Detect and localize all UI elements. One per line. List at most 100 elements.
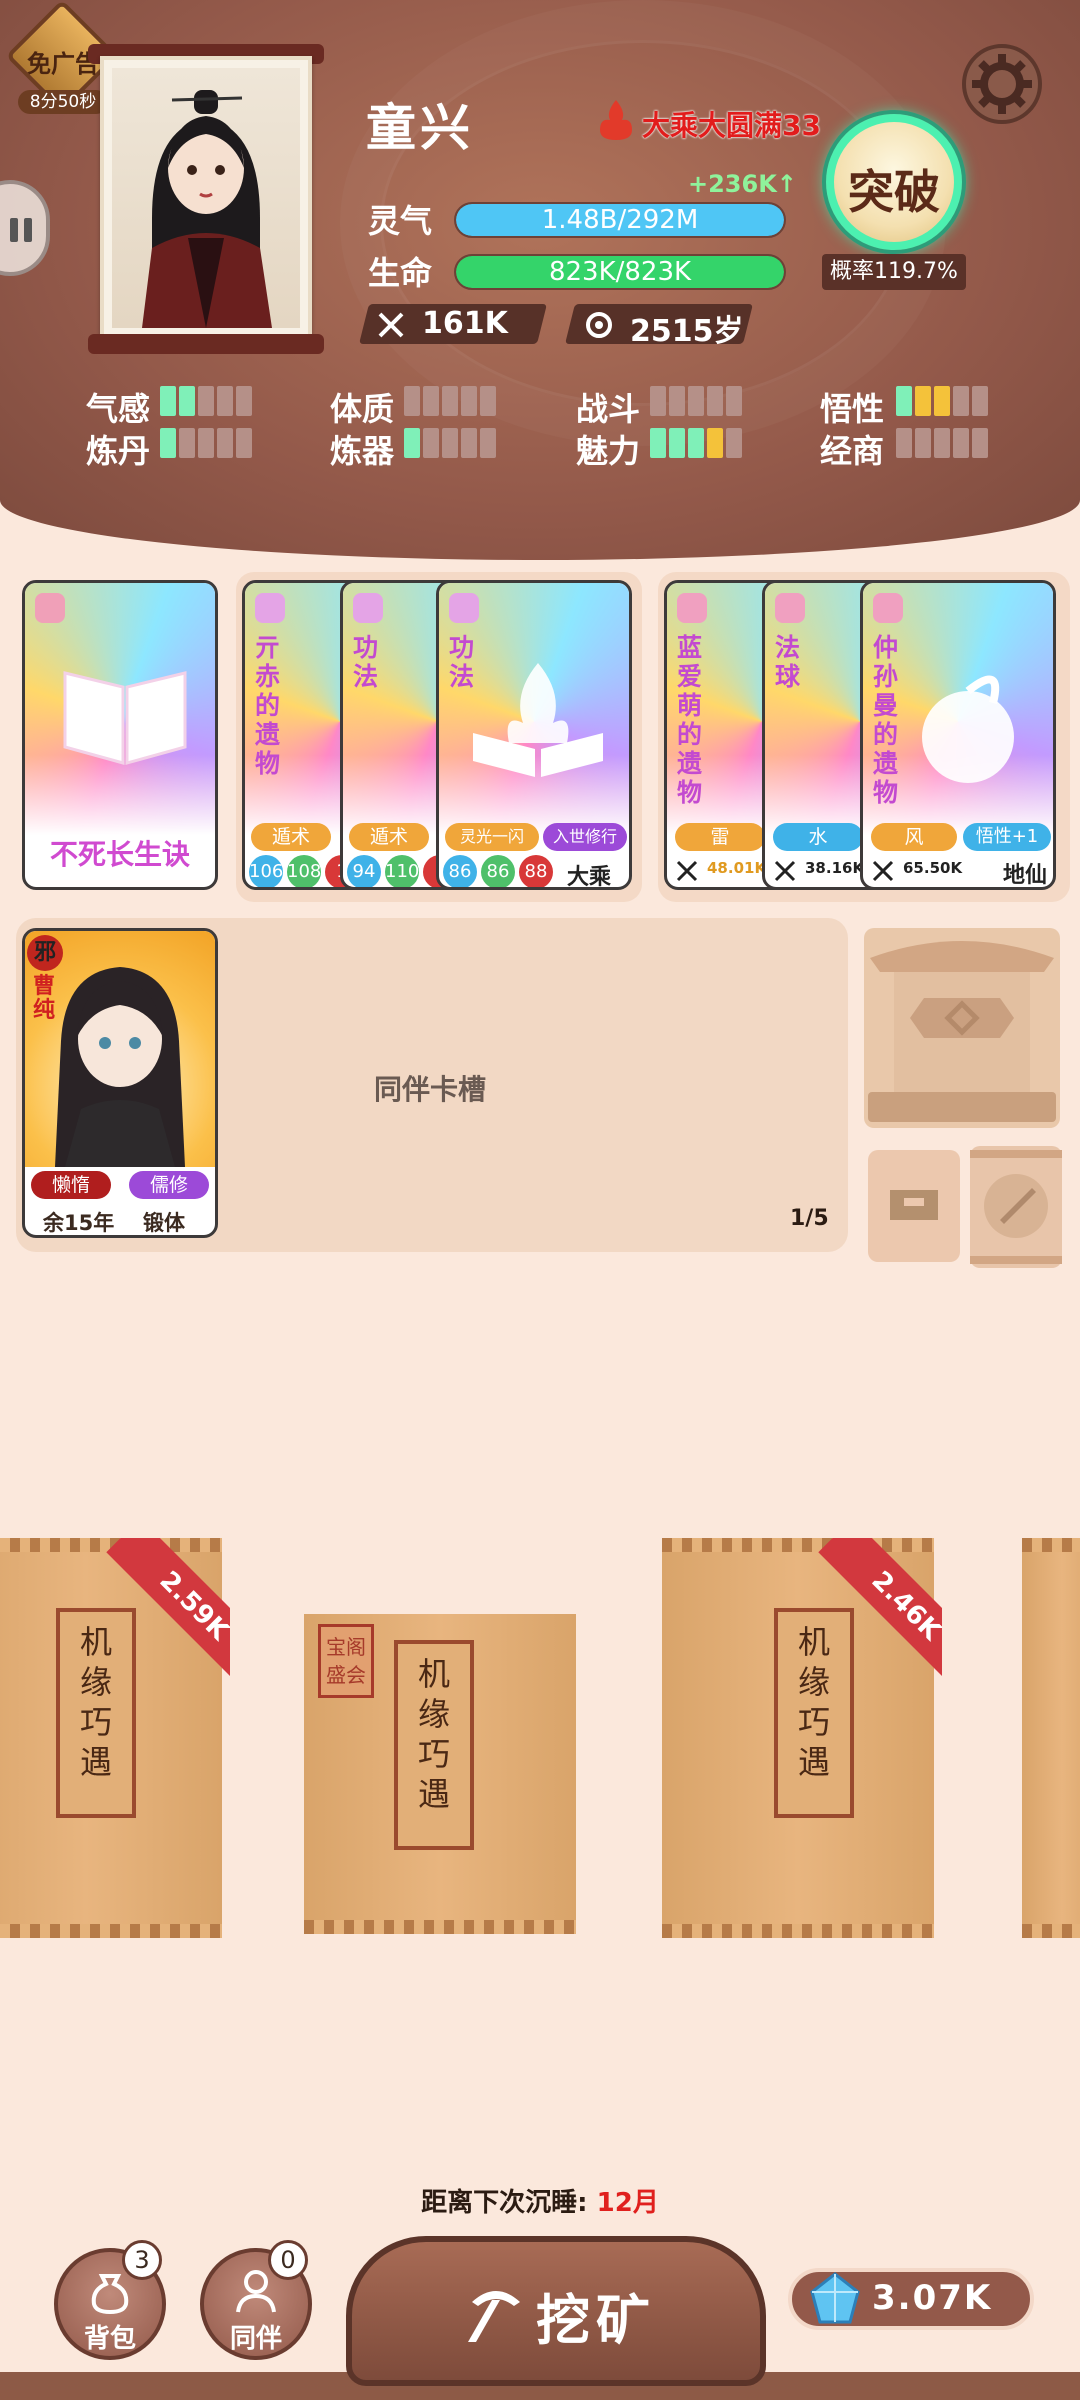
fortune-bag[interactable]: 宝阁 盛会 机 缘 巧 遇	[304, 1614, 576, 1934]
companion-slot-label: 同伴卡槽	[373, 1073, 486, 1106]
trait-pip	[423, 428, 439, 458]
trait-pips	[160, 428, 255, 458]
auction-stamp: 宝阁 盛会	[318, 1624, 374, 1698]
person-icon	[236, 2270, 276, 2313]
trait-pip	[953, 428, 969, 458]
no-ads-timer: 8分50秒	[18, 90, 108, 114]
companion-lifespan: 余15年	[43, 1211, 115, 1235]
stat-num: 94	[347, 855, 381, 887]
realm-flame-icon	[600, 100, 632, 140]
player-portrait[interactable]	[100, 56, 312, 340]
relic-card-tag2: 悟性+1	[963, 823, 1051, 851]
player-avatar-art	[142, 90, 272, 328]
trait-pips	[896, 386, 991, 416]
trait-pip	[198, 386, 214, 416]
scroll-button[interactable]	[970, 1146, 1062, 1268]
trait-pip	[423, 386, 439, 416]
technique-card[interactable]: 不死长生诀	[22, 580, 218, 890]
stamp-line: 宝阁	[326, 1635, 366, 1659]
method-card-title: 功法	[353, 633, 379, 691]
stat-num: 86	[481, 855, 515, 887]
trait-pip	[198, 428, 214, 458]
companion-trait-2: 儒修	[129, 1171, 209, 1199]
trait-label: 炼器	[330, 432, 395, 470]
pouch-icon	[91, 2274, 129, 2314]
stat-num: 110	[385, 855, 419, 887]
method-card-rank: 大乘	[567, 865, 612, 890]
spirit-orb-icon	[922, 675, 1014, 783]
realm-label: 大乘大圆满33	[642, 109, 821, 142]
trait-pip	[688, 386, 704, 416]
trait-pip	[650, 386, 666, 416]
trait-pip	[179, 428, 195, 458]
trait-pips	[896, 428, 991, 458]
companion-card[interactable]: 邪 曹纯 懒惰 儒修 余15年 锻体	[22, 928, 218, 1238]
trait-label: 战斗	[576, 390, 641, 428]
mine-button[interactable]: 挖矿	[346, 2236, 766, 2386]
relic-card-power: 48.01K	[707, 859, 767, 877]
breakthrough-probability: 概率119.7%	[822, 254, 966, 290]
trait-pip	[934, 386, 950, 416]
fortune-bag[interactable]: 机 缘 巧 遇 2.59K	[0, 1538, 230, 1938]
trait-pip	[217, 386, 233, 416]
trait-pips	[650, 386, 745, 416]
breakthrough-button[interactable]: 突破	[826, 114, 962, 250]
trait-pip	[972, 428, 988, 458]
fortune-bag[interactable]: 机 缘 巧 遇 2.46K	[662, 1538, 942, 1938]
trait-pip	[480, 386, 496, 416]
tray-button[interactable]	[868, 1150, 960, 1262]
settings-button[interactable]	[962, 44, 1042, 124]
relic-card-title: 仲孙曼的遗物	[873, 633, 899, 807]
hp-label: 生命	[368, 254, 433, 292]
backpack-label: 背包	[83, 2324, 136, 2354]
trait-pip	[896, 428, 912, 458]
lingqi-label: 灵气	[368, 202, 433, 240]
trait-pip	[236, 386, 252, 416]
pavilion-building-button[interactable]	[864, 928, 1060, 1128]
trait-pips	[404, 428, 499, 458]
trait-pip	[236, 428, 252, 458]
sleep-label: 距离下次沉睡:	[421, 2188, 588, 2218]
seal-char: 巧	[797, 1703, 830, 1741]
age-value: 2515岁	[630, 314, 744, 349]
method-card[interactable]: 功法 灵光一闪 入世修行 86 86 88 大乘	[436, 580, 632, 890]
gear-icon	[972, 54, 1032, 114]
companions-label: 同伴	[229, 2324, 282, 2354]
technique-title: 不死长生诀	[49, 838, 190, 871]
trait-pips	[160, 386, 255, 416]
seal-char: 遇	[79, 1743, 112, 1781]
stamp-line: 盛会	[326, 1663, 366, 1687]
trait-label: 经商	[820, 432, 885, 470]
relic-card-power: 65.50K	[903, 859, 963, 877]
trait-pip	[650, 428, 666, 458]
seal-char: 巧	[79, 1703, 112, 1741]
stat-num: 86	[443, 855, 477, 887]
relic-card-tag: 风	[871, 823, 957, 851]
gem-balance[interactable]: 3.07K	[788, 2268, 1034, 2330]
book-flame-icon	[473, 663, 603, 777]
breakthrough-label: 突破	[848, 165, 940, 219]
fortune-bag-partial[interactable]	[1022, 1538, 1080, 1938]
crossed-swords-icon	[378, 312, 404, 338]
companions-count: 0	[268, 2240, 308, 2280]
companion-slot-count: 1/5	[790, 1206, 829, 1231]
backpack-button[interactable]: 背包 3	[54, 2240, 166, 2360]
trait-pip	[404, 386, 420, 416]
trait-label: 魅力	[576, 432, 641, 470]
trait-pip	[972, 386, 988, 416]
companions-button[interactable]: 同伴 0	[200, 2240, 312, 2360]
stat-num: 88	[519, 855, 553, 887]
trait-pip	[160, 428, 176, 458]
age-swirl-icon	[586, 312, 612, 338]
hp-value: 823K/823K	[548, 257, 692, 287]
crossed-swords-icon	[676, 860, 698, 882]
trait-pip	[726, 428, 742, 458]
relic-card[interactable]: 仲孙曼的遗物 风 悟性+1 65.50K 地仙	[860, 580, 1056, 890]
companion-alignment-badge: 邪	[27, 935, 63, 971]
trait-pip	[707, 428, 723, 458]
trait-pip	[217, 428, 233, 458]
scroll-quill-icon	[970, 1150, 1062, 1264]
lingqi-value: 1.48B/292M	[541, 205, 699, 235]
trait-pip	[726, 386, 742, 416]
stat-num: 108	[287, 855, 321, 887]
